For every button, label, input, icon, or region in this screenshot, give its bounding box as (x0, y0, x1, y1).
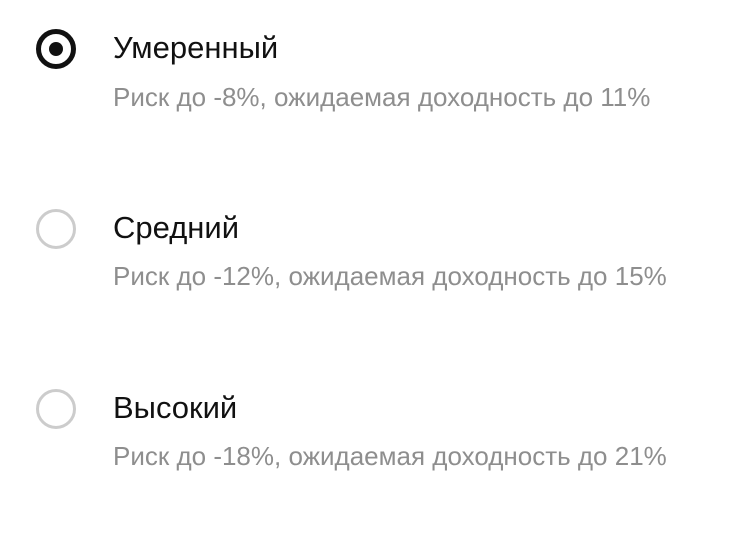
option-title-high: Высокий (113, 390, 238, 425)
option-title-moderate: Умеренный (113, 30, 279, 65)
option-description-moderate: Риск до -8%, ожидаемая доходность до 11% (113, 82, 651, 112)
risk-option-moderate[interactable]: Умеренный Риск до -8%, ожидаемая доходно… (0, 0, 750, 150)
option-title-medium: Средний (113, 210, 240, 245)
option-description-high: Риск до -18%, ожидаемая доходность до 21… (113, 441, 667, 471)
option-description-medium: Риск до -12%, ожидаемая доходность до 15… (113, 261, 667, 291)
radio-button-medium[interactable] (36, 209, 76, 249)
radio-button-moderate[interactable] (36, 29, 76, 69)
risk-option-medium[interactable]: Средний Риск до -12%, ожидаемая доходнос… (0, 180, 750, 330)
radio-button-high[interactable] (36, 389, 76, 429)
radio-selected-dot (49, 42, 63, 56)
risk-option-high[interactable]: Высокий Риск до -18%, ожидаемая доходнос… (0, 360, 750, 510)
